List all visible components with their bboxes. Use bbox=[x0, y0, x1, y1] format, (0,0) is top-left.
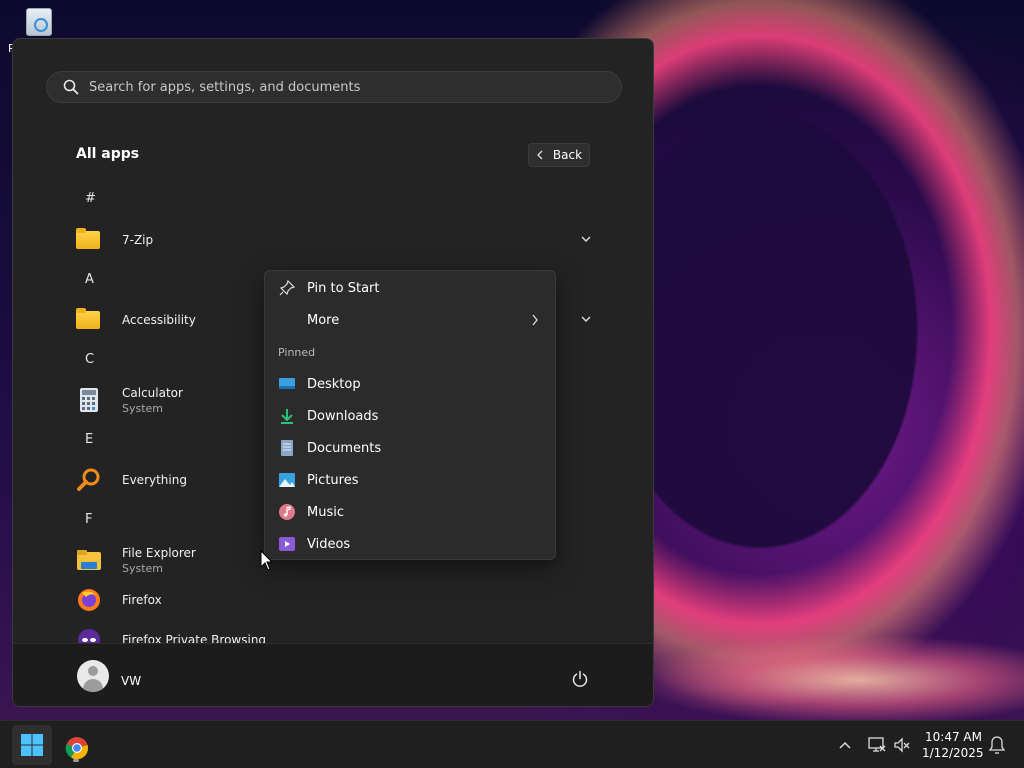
app-name: Everything bbox=[122, 473, 187, 487]
recycle-bin-icon[interactable] bbox=[26, 8, 52, 36]
pinned-pictures[interactable]: Pictures bbox=[265, 464, 555, 496]
search-input[interactable] bbox=[89, 79, 569, 95]
video-icon bbox=[279, 537, 295, 551]
chevron-up-icon[interactable] bbox=[838, 738, 852, 752]
chevron-left-icon bbox=[537, 150, 543, 160]
pin-icon bbox=[279, 279, 296, 296]
power-icon[interactable] bbox=[571, 670, 589, 688]
pinned-label: Videos bbox=[307, 536, 351, 552]
windows-logo-icon bbox=[21, 734, 43, 756]
app-name: 7-Zip bbox=[122, 233, 154, 247]
section-letter-e[interactable]: E bbox=[85, 432, 93, 447]
chevron-down-icon[interactable] bbox=[579, 312, 593, 326]
user-avatar-icon[interactable] bbox=[77, 660, 109, 692]
app-name: Accessibility bbox=[122, 313, 196, 327]
folder-icon bbox=[76, 227, 102, 253]
picture-icon bbox=[279, 473, 295, 487]
app-name: Firefox bbox=[122, 593, 162, 607]
search-box[interactable] bbox=[46, 71, 622, 103]
pinned-label: Pictures bbox=[307, 472, 359, 488]
system-clock[interactable]: 10:47 AM 1/12/2025 bbox=[922, 729, 984, 761]
taskbar: 10:47 AM 1/12/2025 bbox=[0, 720, 1024, 768]
user-name[interactable]: VW bbox=[121, 674, 141, 688]
mouse-cursor-icon bbox=[260, 550, 274, 571]
app-name: File Explorer bbox=[122, 545, 196, 560]
magnifier-icon bbox=[76, 467, 102, 493]
chevron-right-icon bbox=[532, 314, 538, 326]
clock-date: 1/12/2025 bbox=[922, 746, 984, 760]
download-icon bbox=[281, 409, 293, 424]
pinned-label: Downloads bbox=[307, 408, 379, 424]
pinned-desktop[interactable]: Desktop bbox=[265, 368, 555, 400]
notification-bell-icon[interactable] bbox=[988, 735, 1006, 755]
all-apps-title: All apps bbox=[76, 146, 140, 162]
app-item-7zip[interactable]: 7-Zip bbox=[76, 220, 596, 260]
app-subtitle: System bbox=[122, 561, 164, 575]
pinned-videos[interactable]: Videos bbox=[265, 528, 555, 560]
search-icon bbox=[63, 79, 79, 95]
desktop-icon bbox=[279, 378, 295, 389]
folder-icon bbox=[76, 307, 102, 333]
firefox-icon bbox=[76, 587, 102, 613]
back-button[interactable]: Back bbox=[528, 143, 590, 167]
running-indicator bbox=[73, 759, 79, 762]
pinned-music[interactable]: Music bbox=[265, 496, 555, 528]
section-letter-f[interactable]: F bbox=[85, 512, 92, 527]
context-menu: Pin to Start More Pinned Desktop Downloa… bbox=[264, 270, 556, 560]
document-icon bbox=[281, 440, 293, 456]
pinned-label: Documents bbox=[307, 440, 382, 456]
file-explorer-icon bbox=[76, 547, 102, 573]
pin-to-start-item[interactable]: Pin to Start bbox=[265, 272, 555, 304]
volume-muted-icon[interactable] bbox=[893, 736, 911, 754]
pinned-label: Music bbox=[307, 504, 344, 520]
chrome-icon bbox=[65, 737, 89, 760]
more-label: More bbox=[307, 312, 340, 328]
more-item[interactable]: More bbox=[265, 304, 555, 336]
clock-time: 10:47 AM bbox=[925, 730, 982, 744]
pinned-documents[interactable]: Documents bbox=[265, 432, 555, 464]
app-subtitle: System bbox=[122, 401, 164, 415]
pinned-label: Desktop bbox=[307, 376, 361, 392]
section-letter-c[interactable]: C bbox=[85, 352, 94, 367]
section-letter-hash[interactable]: # bbox=[85, 191, 96, 206]
pinned-downloads[interactable]: Downloads bbox=[265, 400, 555, 432]
start-footer: VW bbox=[13, 643, 653, 706]
chevron-down-icon[interactable] bbox=[579, 232, 593, 246]
calculator-icon bbox=[76, 387, 102, 413]
network-icon[interactable] bbox=[868, 736, 886, 754]
app-name: Calculator bbox=[122, 385, 183, 400]
back-label: Back bbox=[552, 148, 583, 162]
pin-to-start-label: Pin to Start bbox=[307, 280, 380, 296]
music-icon bbox=[279, 504, 295, 520]
pinned-header: Pinned bbox=[278, 346, 316, 359]
start-button[interactable] bbox=[12, 725, 52, 765]
section-letter-a[interactable]: A bbox=[85, 272, 94, 287]
app-item-firefox[interactable]: Firefox bbox=[76, 580, 596, 620]
